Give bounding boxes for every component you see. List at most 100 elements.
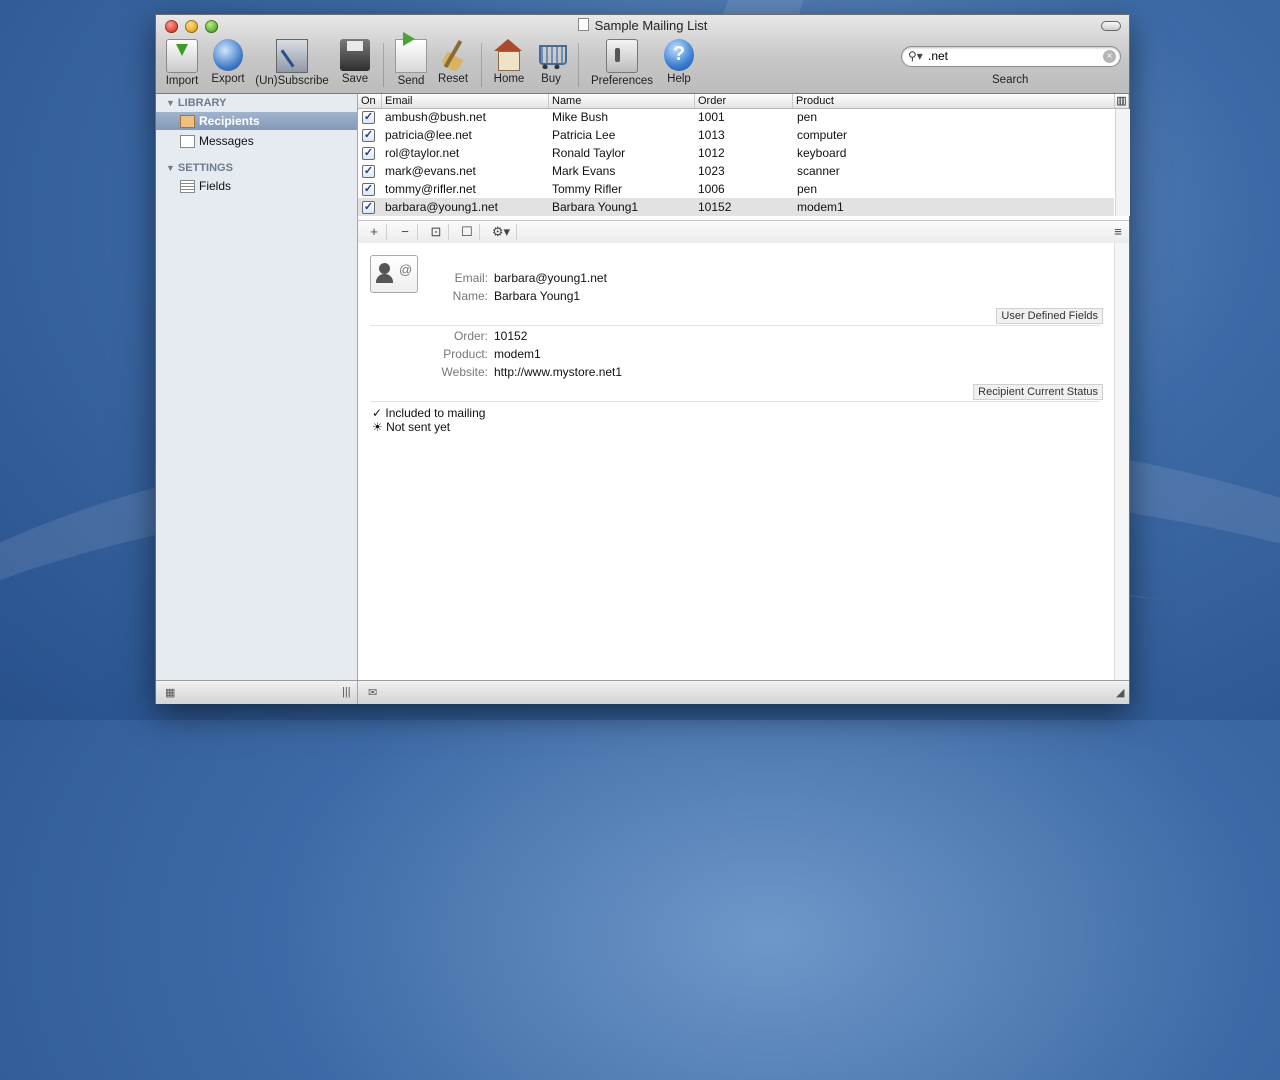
bottom-bar: ▦ ||| ✉ ◢ [156,680,1129,704]
export-button[interactable]: Export [208,39,248,85]
table-row[interactable]: ✓ mark@evans.net Mark Evans 1023 scanner [358,162,1114,180]
table-row[interactable]: ✓ patricia@lee.net Patricia Lee 1013 com… [358,126,1114,144]
buy-button[interactable]: Buy [536,39,567,85]
sidebar-item-messages[interactable]: Messages [156,132,357,150]
app-window: Sample Mailing List Import Export (Un)Su… [155,14,1130,704]
import-button[interactable]: Import [164,39,200,87]
include-checkbox[interactable]: ✓ [362,111,375,124]
import-icon [166,39,198,73]
cell-order: 1012 [698,146,725,160]
name-value[interactable]: Barbara Young1 [494,289,580,303]
column-header-email[interactable]: Email [382,94,549,108]
subscribe-stamp-icon [276,39,308,73]
order-value[interactable]: 10152 [494,329,527,343]
table-row[interactable]: ✓ rol@taylor.net Ronald Taylor 1012 keyb… [358,144,1114,162]
grid-icon[interactable]: ▦ [165,686,175,699]
column-header-order[interactable]: Order [695,94,793,108]
user-defined-fields-header: User Defined Fields [996,308,1103,324]
product-label: Product: [443,347,488,361]
sidebar: ▼ LIBRARY Recipients Messages ▼ SETTINGS F… [156,94,358,680]
recipient-detail-panel: @ Email: barbara@young1.net Name: Barbar… [358,243,1129,680]
cell-order: 1013 [698,128,725,142]
cell-email: ambush@bush.net [385,110,486,124]
cell-email: tommy@rifler.net [385,182,476,196]
send-button[interactable]: Send [394,32,428,87]
cell-email: rol@taylor.net [385,146,460,160]
order-label: Order: [453,329,488,343]
disclosure-triangle-icon[interactable]: ▼ [166,163,175,173]
preferences-switch-icon [606,39,638,73]
preferences-button[interactable]: Preferences [590,39,654,87]
help-button[interactable]: ? Help [662,39,696,85]
export-globe-icon [213,39,243,71]
home-icon [494,39,524,71]
table-row-selected[interactable]: ✓ barbara@young1.net Barbara Young1 1015… [358,198,1114,216]
library-header[interactable]: ▼ LIBRARY [166,97,226,109]
cell-email: barbara@young1.net [385,200,498,214]
send-envelope-icon [395,32,427,73]
search-icon[interactable]: ⚲▾ [908,49,923,63]
status-included: ✓ Included to mailing [372,406,486,420]
include-checkbox[interactable]: ✓ [362,147,375,160]
cell-name: Patricia Lee [552,128,616,142]
include-checkbox[interactable]: ✓ [362,183,375,196]
cell-order: 1001 [698,110,725,124]
cell-name: Ronald Taylor [552,146,626,160]
cell-name: Mark Evans [552,164,616,178]
save-button[interactable]: Save [338,39,372,85]
home-button[interactable]: Home [491,39,527,85]
detail-scrollbar[interactable] [1114,243,1129,680]
recipient-status-header: Recipient Current Status [973,384,1103,400]
reset-button[interactable]: Reset [436,39,470,85]
status-not-sent: ☀ Not sent yet [372,420,451,434]
product-value[interactable]: modem1 [494,347,541,361]
cell-order: 10152 [698,200,732,214]
toggle-recipient-button[interactable]: ☐ [455,224,480,240]
toolbar-separator [578,43,579,87]
toolbar-separator [383,43,384,87]
settings-header[interactable]: ▼ SETTINGS [166,162,233,174]
column-header-name[interactable]: Name [549,94,695,108]
toolbar-toggle-button[interactable] [1101,21,1121,31]
envelope-icon[interactable]: ✉ [368,686,377,699]
resize-grip-icon[interactable]: ◢ [1116,686,1124,699]
splitter-icon[interactable]: ||| [342,686,351,698]
disclosure-triangle-icon[interactable]: ▼ [166,98,175,108]
clear-icon[interactable]: × [1103,50,1116,63]
column-chooser-icon[interactable]: ▥ [1115,94,1129,108]
table-row[interactable]: ✓ tommy@rifler.net Tommy Rifler 1006 pen [358,180,1114,198]
divider [370,325,1100,326]
help-icon: ? [664,39,694,71]
cell-product: computer [797,128,848,142]
include-checkbox[interactable]: ✓ [362,165,375,178]
recipients-icon [180,115,195,128]
cell-name: Barbara Young1 [552,200,639,214]
sidebar-item-fields[interactable]: Fields [156,177,357,195]
edit-recipient-button[interactable]: ⊡ [424,224,449,240]
email-value[interactable]: barbara@young1.net [494,271,607,285]
cell-order: 1023 [698,164,725,178]
title-toolbar: Sample Mailing List Import Export (Un)Su… [156,15,1129,94]
cell-product: scanner [797,164,840,178]
search-input[interactable] [928,49,1088,63]
split-menu-icon[interactable]: ≡ [1110,224,1126,240]
column-header-product[interactable]: Product [793,94,1115,108]
sidebar-item-recipients[interactable]: Recipients [156,112,357,130]
remove-recipient-button[interactable]: − [393,224,418,240]
shopping-cart-icon [536,39,567,71]
include-checkbox[interactable]: ✓ [362,201,375,214]
column-header-on[interactable]: On [358,94,382,108]
website-value[interactable]: http://www.mystore.net1 [494,365,622,379]
table-row[interactable]: ✓ ambush@bush.net Mike Bush 1001 pen [358,108,1114,126]
unsubscribe-button[interactable]: (Un)Subscribe [254,39,330,87]
table-scrollbar[interactable] [1115,109,1130,216]
add-recipient-button[interactable]: + [362,224,387,240]
search-label: Search [992,74,1029,86]
search-field[interactable]: ⚲▾ × [901,46,1121,67]
action-menu-button[interactable]: ⚙▾ [486,224,517,240]
cell-product: modem1 [797,200,844,214]
cell-product: keyboard [797,146,847,160]
divider [370,401,1100,402]
divider [357,681,358,704]
include-checkbox[interactable]: ✓ [362,129,375,142]
